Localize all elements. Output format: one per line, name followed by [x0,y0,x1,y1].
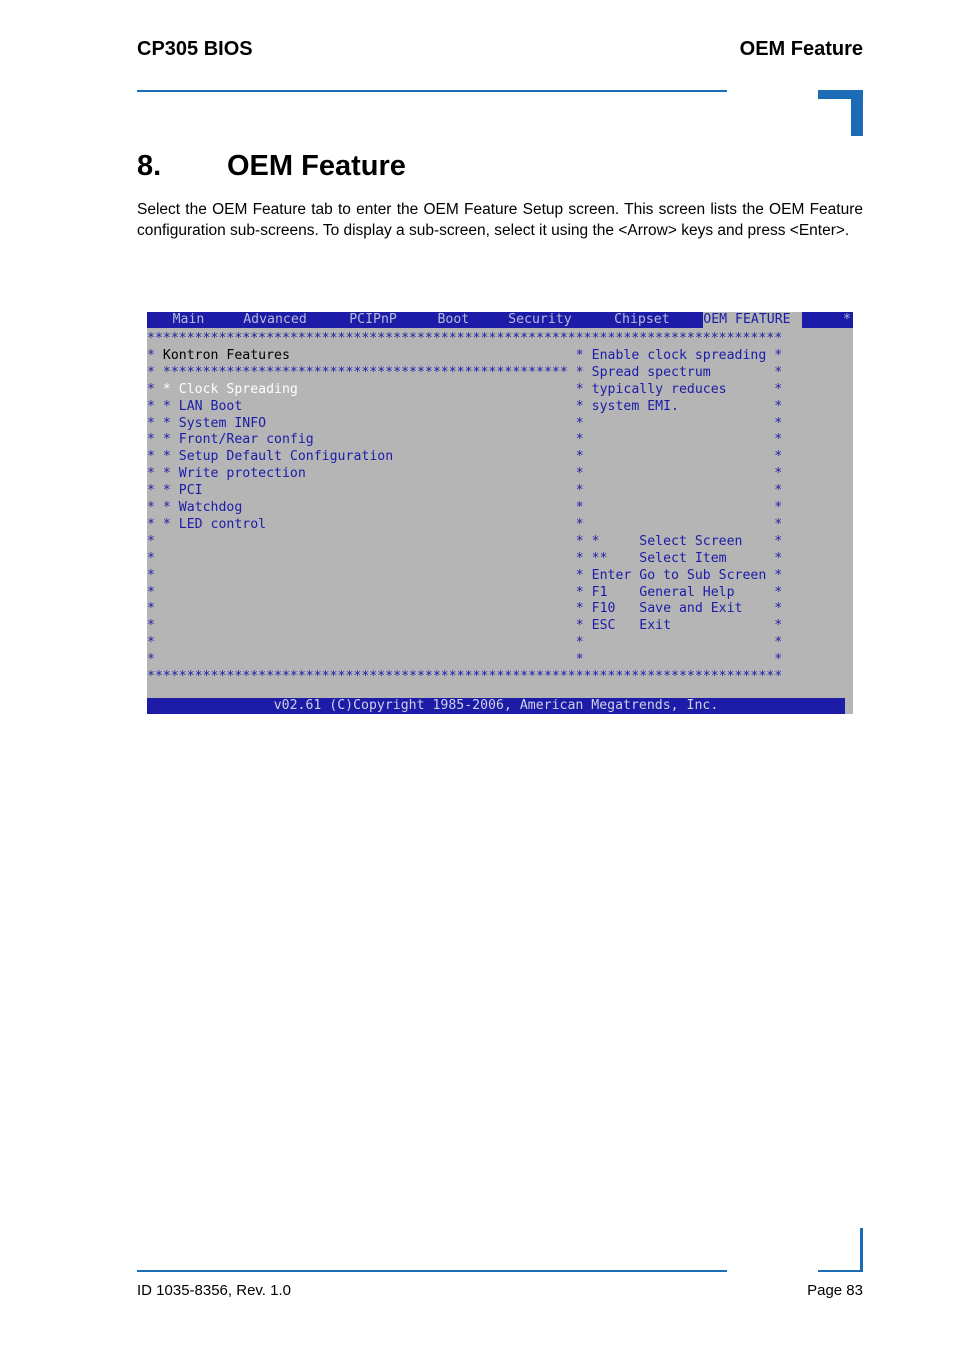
bios-tab-security[interactable]: Security [500,312,579,328]
bios-key-legend: ** Select Item [591,550,775,566]
bios-menu-item[interactable]: * LAN Boot [163,399,576,414]
bios-key-legend: * Select Screen [591,533,775,549]
bios-row: * * F10 Save and Exit * [147,601,783,617]
bios-tab-chipset[interactable]: Chipset [606,312,677,328]
page-header-left: CP305 BIOS [137,38,253,60]
bios-key-legend: ESC Exit [591,618,775,634]
bios-tab-main[interactable]: Main [165,312,213,328]
bios-blank [592,652,775,667]
bios-row: * * * Select Screen * [147,533,783,549]
bios-panel-title: Kontron Features [162,347,576,363]
bios-menu-item[interactable]: * Clock Spreading [163,382,576,397]
bios-tab-pcipnp[interactable]: PCIPnP [341,312,405,328]
bios-key-legend: F10 Save and Exit [591,601,775,617]
bios-row: * * Enter Go to Sub Screen * [147,567,783,583]
bios-row: * * * [147,652,783,668]
bios-blank [592,449,775,464]
bios-blank [592,500,775,515]
bios-menu-item[interactable]: * Watchdog [163,500,576,515]
bios-blank [592,635,775,650]
section-title-text: OEM Feature [227,150,406,182]
bios-blank [592,466,775,481]
document-id: ID 1035-8356, Rev. 1.0 [137,1282,291,1299]
bios-help-text: Enable clock spreading [591,347,775,363]
bios-border-top: ****************************************… [147,331,783,346]
bios-row: * * PCI * * [147,483,783,499]
bios-help-text: system EMI. [591,398,775,414]
bios-row: * * Clock Spreading * typically reduces … [147,381,783,397]
bios-border-bottom: ****************************************… [147,669,783,684]
bios-menu-item[interactable]: * Setup Default Configuration [163,449,576,464]
bios-row: * * ** Select Item * [147,550,783,566]
bios-blank [592,483,775,498]
bios-row: * Kontron Features * Enable clock spread… [147,347,783,363]
bios-row: * **************************************… [147,364,783,380]
corner-decoration-bottom [860,1228,863,1272]
footer-rule [137,1270,727,1272]
bios-row: * * LED control * * [147,516,783,532]
bios-row: * * LAN Boot * system EMI. * [147,398,783,414]
bios-row: * * ESC Exit * [147,618,783,634]
page-number: Page 83 [807,1282,863,1299]
bios-row: * * System INFO * * [147,415,783,431]
bios-row: * * Setup Default Configuration * * [147,449,783,465]
bios-footer: v02.61 (C)Copyright 1985-2006, American … [147,698,845,714]
bios-menu-item[interactable]: * LED control [163,517,576,532]
section-title: 8. OEM Feature [137,150,406,183]
bios-menu-item[interactable]: * PCI [163,483,576,498]
bios-row: * * Front/Rear config * * [147,432,783,448]
bios-tab-bar: * Main Advanced PCIPnP Boot Security Chi… [147,312,853,328]
bios-row: * * F1 General Help * [147,584,783,600]
bios-help-text: typically reduces [591,381,775,397]
bios-screen: * Main Advanced PCIPnP Boot Security Chi… [147,312,853,714]
bios-menu-item[interactable]: * Front/Rear config [163,432,576,447]
bios-row: * * Write protection * * [147,466,783,482]
bios-tab-oem-feature[interactable]: OEM FEATURE [703,312,803,328]
bios-row: * * Watchdog * * [147,500,783,515]
bios-blank [592,517,775,532]
bios-key-legend: F1 General Help [591,584,775,600]
page-header-right: OEM Feature [739,38,863,60]
header-rule [137,90,727,92]
bios-menu-item[interactable]: * System INFO [163,416,576,431]
bios-tab-advanced[interactable]: Advanced [235,312,314,328]
bios-menu-item[interactable]: * Write protection [163,466,576,481]
bios-row: * * * [147,635,783,651]
corner-decoration-bottom-h [818,1270,863,1272]
bios-blank [592,416,775,431]
bios-tab-boot[interactable]: Boot [430,312,478,328]
intro-paragraph: Select the OEM Feature tab to enter the … [137,201,863,239]
bios-blank [592,432,775,447]
bios-help-text: Spread spectrum [591,364,775,380]
bios-key-legend: Enter Go to Sub Screen [591,567,775,583]
corner-decoration-top [818,90,863,136]
tab-bar-border-star: * [843,312,851,327]
section-number: 8. [137,150,162,182]
